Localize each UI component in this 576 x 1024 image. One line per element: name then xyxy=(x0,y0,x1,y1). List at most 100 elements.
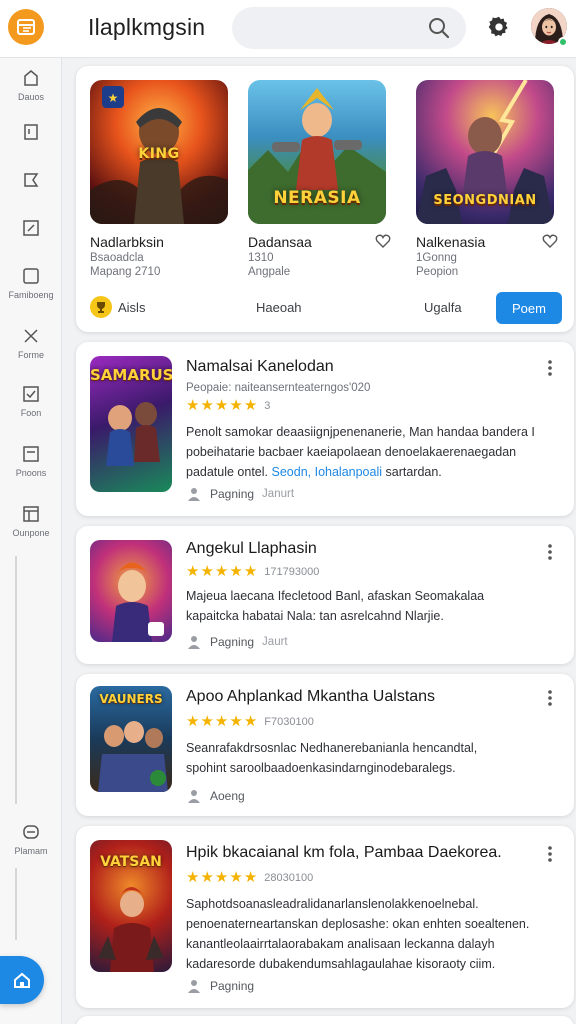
user-icon xyxy=(188,980,200,993)
list-item[interactable]: VATSAN Hpik bkacaianal km fola, Pambaa D… xyxy=(76,826,574,1008)
list-icon xyxy=(23,446,39,462)
card-footer: Pagning xyxy=(186,978,254,994)
open-button[interactable]: Poem xyxy=(496,292,562,324)
description-line: Seanrafakdrsosnlac Nedhanerebanianla hen… xyxy=(186,741,478,755)
game-art-title: SEONGDNIAN xyxy=(433,193,537,208)
footer-label[interactable]: Haeoah xyxy=(256,300,302,315)
game-meta: Peopion xyxy=(416,266,459,278)
game-art-title: VAUNERS xyxy=(99,692,163,706)
game-art-title: KING xyxy=(138,146,180,162)
star-icon: ★ xyxy=(229,563,243,580)
search-icon[interactable] xyxy=(428,17,450,39)
star-icon: ★ xyxy=(214,713,229,730)
sidebar-item-label: Dauos xyxy=(17,92,44,102)
footer-label: Aisls xyxy=(118,300,146,315)
edit-icon xyxy=(23,220,39,236)
sidebar-item-ounpone[interactable]: Ounpone xyxy=(0,504,62,538)
star-rating: ★ ★ ★ ★ ★ 171793000 xyxy=(186,564,319,580)
sidebar-item-famiboeng[interactable]: Famiboeng xyxy=(0,266,62,300)
more-vertical-icon[interactable] xyxy=(540,542,560,562)
game-meta: Bsaoadcla xyxy=(90,252,144,264)
star-icon: ★ xyxy=(214,869,229,886)
star-icon: ★ xyxy=(200,563,214,580)
game-thumbnail[interactable] xyxy=(90,540,172,642)
document-icon xyxy=(24,124,38,140)
game-art-image xyxy=(112,562,164,642)
card-footer: Pagning Jaurt xyxy=(186,634,288,650)
description-line: spohint saroolbaadoenkasindarnginodebara… xyxy=(186,761,456,775)
star-icon: ★ xyxy=(200,397,214,414)
star-icon: ★ xyxy=(214,397,229,414)
list-item[interactable]: SAMARUS Namalsai Kanelodan Peopaie: nait… xyxy=(76,342,574,516)
more-vertical-icon[interactable] xyxy=(540,844,560,864)
game-thumbnail[interactable]: SEONGDNIAN xyxy=(416,80,554,224)
star-icon: ★ xyxy=(243,563,258,580)
game-thumbnail[interactable]: VAUNERS xyxy=(90,686,172,792)
heart-icon[interactable] xyxy=(541,232,559,250)
sidebar-item-label: Famiboeng xyxy=(8,290,54,300)
card-footer: Aoeng xyxy=(186,788,245,804)
star-icon: ★ xyxy=(186,869,200,886)
sidebar-item-foon[interactable]: Foon xyxy=(0,384,62,418)
user-icon xyxy=(188,488,200,501)
list-item[interactable] xyxy=(76,1016,574,1024)
description-link[interactable]: Seodn, Iohalanpoali xyxy=(272,465,383,479)
sidebar-item-edit[interactable] xyxy=(0,218,62,238)
sidebar-item-label: Ounpone xyxy=(12,528,50,538)
footer-label[interactable]: Ugalfa xyxy=(424,300,462,315)
footer-label: Pagning xyxy=(210,635,255,649)
sidebar-item-dauos[interactable]: Dauos xyxy=(0,68,62,102)
list-item[interactable]: VAUNERS Apoo Ahplankad Mkantha Ualstans … xyxy=(76,674,574,816)
rating-count: 171793000 xyxy=(264,566,320,578)
star-icon: ★ xyxy=(243,869,258,886)
rating-count: 3 xyxy=(264,400,271,412)
search-bar[interactable] xyxy=(232,7,466,49)
description-line: pobeihatarie bacbaer kaeiapolaean denoel… xyxy=(186,445,517,459)
game-thumbnail[interactable]: VATSAN xyxy=(90,840,172,972)
game-thumbnail[interactable]: NERASIA xyxy=(248,80,386,224)
sidebar-item-tag[interactable] xyxy=(0,170,62,190)
game-art-title: VATSAN xyxy=(100,854,162,870)
online-status-dot xyxy=(558,37,568,47)
gear-icon[interactable] xyxy=(486,14,512,40)
game-title[interactable]: Namalsai Kanelodan xyxy=(186,358,334,376)
game-thumbnail[interactable]: ★ KING xyxy=(90,80,228,224)
sidebar-item-label: Foon xyxy=(20,408,42,418)
star-icon: ★ xyxy=(186,397,200,414)
game-title[interactable]: Apoo Ahplankad Mkantha Ualstans xyxy=(186,688,435,706)
sidebar-item-plamam[interactable]: Plamam xyxy=(0,822,62,856)
sidebar-item-label: Forme xyxy=(17,350,44,360)
more-vertical-icon[interactable] xyxy=(540,358,560,378)
card-footer: Pagning Janurt xyxy=(186,486,294,502)
game-title[interactable]: Hpik bkacaianal km fola, Pambaa Daekorea… xyxy=(186,844,502,862)
more-vertical-icon[interactable] xyxy=(540,688,560,708)
featured-item[interactable]: ★ KING Nadlarbksin Bsaoadcla Mapang 2710 xyxy=(90,80,240,278)
search-input[interactable] xyxy=(248,17,418,39)
description-line: penoenaterneartanskan deplosashe: okan e… xyxy=(186,917,530,931)
app-logo-icon[interactable] xyxy=(8,9,44,45)
game-art-title: NERASIA xyxy=(273,188,361,208)
list-item[interactable]: Angekul Llaphasin ★ ★ ★ ★ ★ 171793000 Ma… xyxy=(76,526,574,664)
sidebar-item-forme[interactable]: Forme xyxy=(0,326,62,360)
game-description: Seanrafakdrsosnlac Nedhanerebanianla hen… xyxy=(186,738,558,778)
sidebar-item-pnoons[interactable]: Pnoons xyxy=(0,444,62,478)
heart-icon[interactable] xyxy=(374,232,392,250)
sidebar-scroll-track[interactable] xyxy=(15,556,17,804)
game-title[interactable]: Angekul Llaphasin xyxy=(186,540,317,558)
tag-icon xyxy=(24,173,39,187)
sidebar-item-document[interactable] xyxy=(0,122,62,142)
trophy-badge-icon xyxy=(90,296,112,318)
app-title: Ilaplkmgsin xyxy=(88,14,206,40)
game-thumbnail[interactable]: SAMARUS xyxy=(90,356,172,492)
game-publisher: Peopaie: naiteansernteaterngos'020 xyxy=(186,382,371,394)
description-line: padatule ontel. Seodn, Iohalanpoali sart… xyxy=(186,462,558,482)
star-icon: ★ xyxy=(214,563,229,580)
description-line: kadaresorde dubakendumsahlagaulahae kiso… xyxy=(186,957,496,971)
game-description: Saphotdsoanasleadralidanarlanslenolakken… xyxy=(186,894,558,974)
star-icon: ★ xyxy=(243,397,258,414)
game-name: Nadlarbksin xyxy=(90,234,164,250)
sidebar-scroll-track[interactable] xyxy=(15,868,17,940)
svg-text:★: ★ xyxy=(108,91,119,105)
description-text: padatule ontel. xyxy=(186,465,269,479)
user-icon xyxy=(188,636,200,649)
